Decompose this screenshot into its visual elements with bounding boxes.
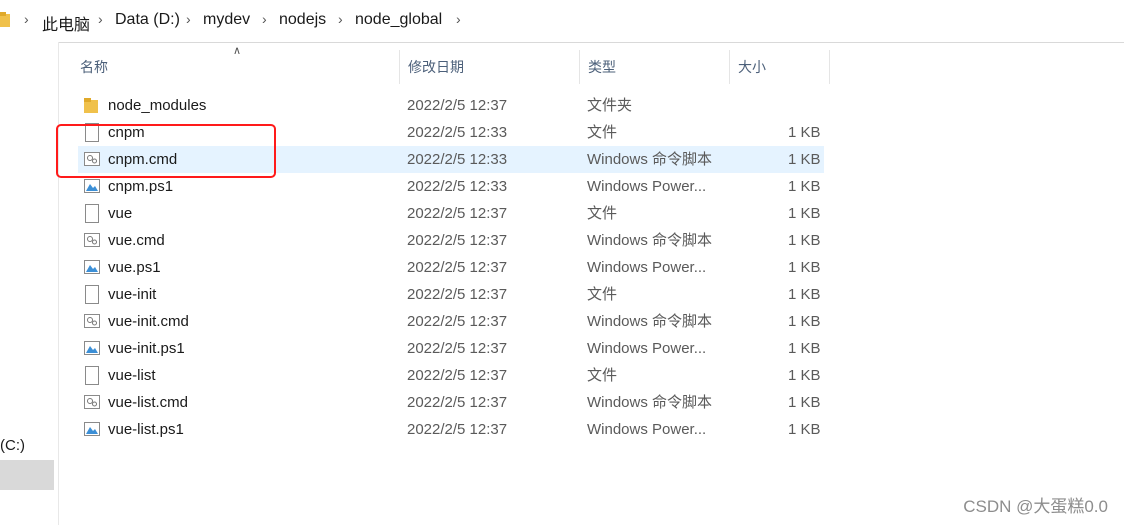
file-size: 1 KB xyxy=(788,367,821,384)
file-size: 1 KB xyxy=(788,340,821,357)
file-date-modified: 2022/2/5 12:33 xyxy=(407,178,508,195)
file-size: 1 KB xyxy=(788,151,821,168)
file-type: Windows Power... xyxy=(587,421,707,438)
file-name: vue-init.ps1 xyxy=(108,340,185,357)
file-name: vue xyxy=(108,205,133,222)
file-name: vue-init.cmd xyxy=(108,313,189,330)
file-name: node_modules xyxy=(108,97,207,114)
file-date-modified: 2022/2/5 12:37 xyxy=(407,340,508,357)
file-type: Windows Power... xyxy=(587,340,707,357)
file-type: Windows 命令脚本 xyxy=(587,313,713,330)
file-row[interactable]: vue.ps1 2022/2/5 12:37 Windows Power... 1 K… xyxy=(78,254,824,281)
nav-item-selected[interactable] xyxy=(0,460,54,490)
file-row[interactable]: vue-init 2022/2/5 12:37 文件 1 KB xyxy=(78,281,824,308)
file-name: vue-list.cmd xyxy=(108,394,189,411)
folder-icon xyxy=(84,96,100,115)
file-icon xyxy=(84,285,100,304)
file-name: vue.cmd xyxy=(108,232,165,249)
file-row[interactable]: vue-list 2022/2/5 12:37 文件 1 KB xyxy=(78,362,824,389)
file-type: Windows Power... xyxy=(587,178,707,195)
file-name: vue-list xyxy=(108,367,156,384)
file-date-modified: 2022/2/5 12:37 xyxy=(407,367,508,384)
file-type: 文件 xyxy=(587,367,618,384)
breadcrumb-this-pc[interactable]: 此电脑 xyxy=(42,11,90,35)
cmd-script-icon xyxy=(84,231,100,250)
chevron-right-icon[interactable]: › xyxy=(186,11,191,27)
chevron-right-icon[interactable]: › xyxy=(262,11,267,27)
file-date-modified: 2022/2/5 12:37 xyxy=(407,421,508,438)
file-row[interactable]: vue-init.ps1 2022/2/5 12:37 Windows Power.… xyxy=(78,335,824,362)
file-date-modified: 2022/2/5 12:37 xyxy=(407,313,508,330)
powershell-script-icon xyxy=(84,258,100,277)
file-size: 1 KB xyxy=(788,124,821,141)
powershell-script-icon xyxy=(84,177,100,196)
file-type: 文件 xyxy=(587,205,618,222)
watermark: CSDN @大蛋糕0.0 xyxy=(963,497,1108,516)
file-row[interactable]: vue-list.cmd 2022/2/5 12:37 Windows 命令脚本 1 … xyxy=(78,389,824,416)
nav-item-c-drive[interactable]: (C:) xyxy=(0,437,25,454)
file-name: vue-init xyxy=(108,286,157,303)
breadcrumb-mydev[interactable]: mydev xyxy=(203,11,250,29)
column-header-date[interactable]: 修改日期 xyxy=(400,50,580,84)
file-date-modified: 2022/2/5 12:37 xyxy=(407,394,508,411)
file-size: 1 KB xyxy=(788,286,821,303)
chevron-right-icon[interactable]: › xyxy=(24,11,29,27)
breadcrumb-data-drive[interactable]: Data (D:) xyxy=(115,11,180,29)
file-date-modified: 2022/2/5 12:33 xyxy=(407,124,508,141)
file-row[interactable]: node_modules 2022/2/5 12:37 文件夹 xyxy=(78,92,824,119)
file-size: 1 KB xyxy=(788,313,821,330)
file-type: Windows 命令脚本 xyxy=(587,394,713,411)
column-header-type[interactable]: 类型 xyxy=(580,50,730,84)
file-row[interactable]: vue 2022/2/5 12:37 文件 1 KB xyxy=(78,200,824,227)
file-date-modified: 2022/2/5 12:37 xyxy=(407,97,508,114)
chevron-right-icon[interactable]: › xyxy=(456,11,461,27)
file-row[interactable]: vue-init.cmd 2022/2/5 12:37 Windows 命令脚本 1 … xyxy=(78,308,824,335)
file-size: 1 KB xyxy=(788,205,821,222)
chevron-right-icon[interactable]: › xyxy=(338,11,343,27)
powershell-script-icon xyxy=(84,420,100,439)
file-size: 1 KB xyxy=(788,259,821,276)
column-header: ∧ 名称 修改日期 类型 大小 xyxy=(72,45,830,84)
file-type: Windows 命令脚本 xyxy=(587,232,713,249)
file-type: 文件 xyxy=(587,124,618,141)
file-size: 1 KB xyxy=(788,178,821,195)
file-date-modified: 2022/2/5 12:33 xyxy=(407,151,508,168)
address-bar[interactable]: › 此电脑 › Data (D:) › mydev › nodejs › nod… xyxy=(0,0,1124,43)
file-row[interactable]: vue.cmd 2022/2/5 12:37 Windows 命令脚本 1 KB xyxy=(78,227,824,254)
breadcrumb-node-global[interactable]: node_global xyxy=(355,11,442,29)
file-row[interactable]: vue-list.ps1 2022/2/5 12:37 Windows Power.… xyxy=(78,416,824,443)
column-header-name[interactable]: 名称 xyxy=(72,50,400,84)
file-size: 1 KB xyxy=(788,232,821,249)
chevron-right-icon[interactable]: › xyxy=(98,11,103,27)
file-date-modified: 2022/2/5 12:37 xyxy=(407,259,508,276)
column-header-size[interactable]: 大小 xyxy=(730,50,830,84)
folder-icon xyxy=(0,12,10,27)
file-name: vue-list.ps1 xyxy=(108,421,184,438)
cmd-script-icon xyxy=(84,312,100,331)
file-icon xyxy=(84,366,100,385)
file-type: Windows 命令脚本 xyxy=(587,151,713,168)
file-date-modified: 2022/2/5 12:37 xyxy=(407,232,508,249)
file-type: Windows Power... xyxy=(587,259,707,276)
cmd-script-icon xyxy=(84,393,100,412)
file-name: vue.ps1 xyxy=(108,259,161,276)
file-date-modified: 2022/2/5 12:37 xyxy=(407,205,508,222)
annotation-highlight-box xyxy=(56,124,276,178)
file-size xyxy=(788,92,820,119)
powershell-script-icon xyxy=(84,339,100,358)
file-size: 1 KB xyxy=(788,394,821,411)
breadcrumb-nodejs[interactable]: nodejs xyxy=(279,11,326,29)
file-type: 文件 xyxy=(587,286,618,303)
file-size: 1 KB xyxy=(788,421,821,438)
file-icon xyxy=(84,204,100,223)
file-type: 文件夹 xyxy=(587,97,633,114)
file-date-modified: 2022/2/5 12:37 xyxy=(407,286,508,303)
